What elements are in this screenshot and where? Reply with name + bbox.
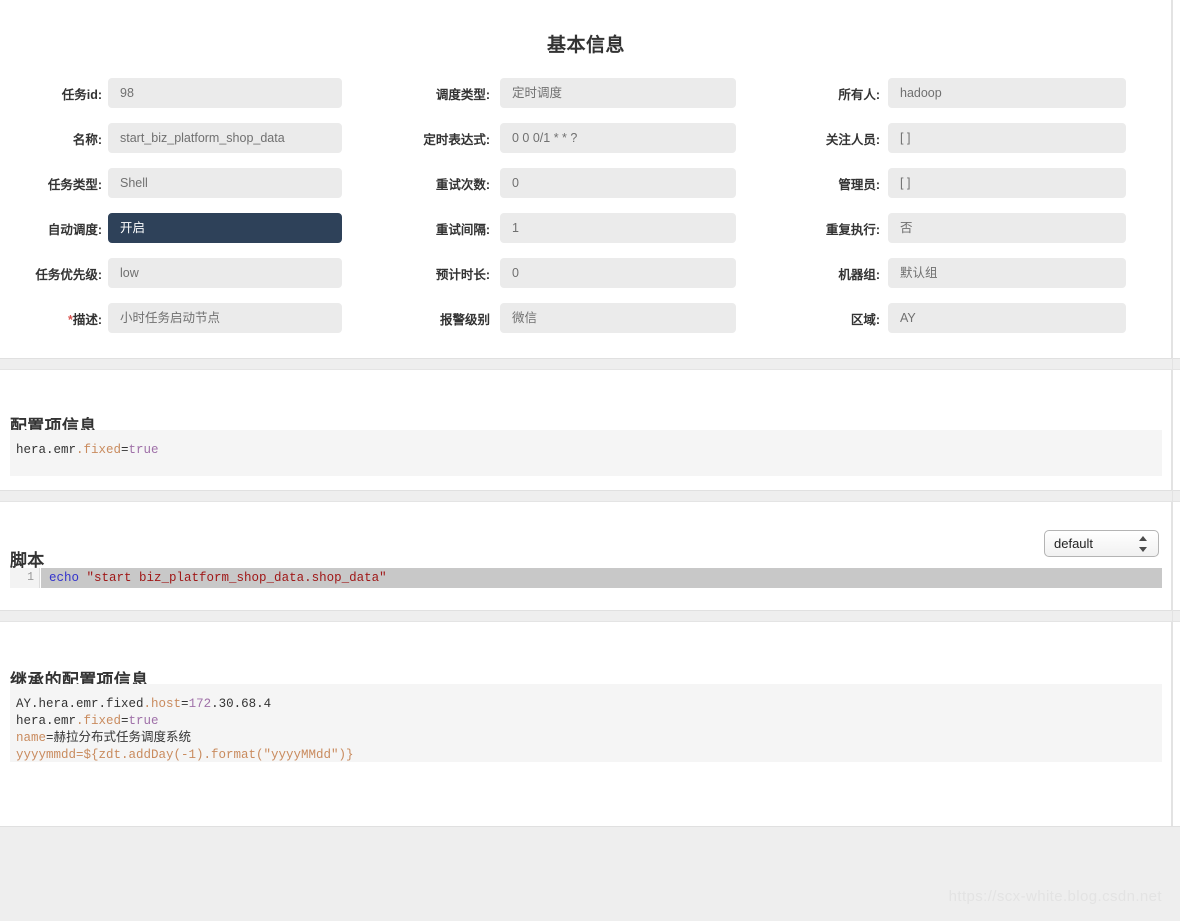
form-column-3: 所有人: hadoop 关注人员: [ ] 管理员: [ ] 重复执行: 否机器组: 默认组区域… (788, 78, 1172, 348)
script-panel: 脚本 default 1 echo "start biz_platform_sh… (0, 502, 1172, 610)
code-token-plain: = (181, 697, 189, 711)
code-token-prop: .fixed (76, 714, 122, 728)
field-value[interactable]: start_biz_platform_shop_data (108, 123, 342, 153)
field-label: 重复执行: (825, 223, 880, 237)
section-divider-1 (0, 358, 1180, 370)
code-token-value: true (128, 714, 159, 728)
code-token-prop: .fixed (76, 443, 122, 457)
field-label: 机器组: (838, 268, 880, 282)
form-row: 区域: AY (788, 303, 1172, 348)
inherited-config-panel: 继承的配置项信息 AY.hera.emr.fixed.host=172.30.6… (0, 622, 1172, 826)
form-row: 任务类型: Shell (0, 168, 394, 213)
code-token-prop: yyyymmdd=${zdt.addDay(-1).format("yyyyMM… (16, 748, 354, 762)
field-value[interactable]: low (108, 258, 342, 288)
code-token-keyword: echo (49, 571, 80, 585)
field-label: 任务id: (61, 88, 102, 102)
config-info-code-block: hera.emr.fixed=true (10, 430, 1162, 476)
footer: https://scx-white.blog.csdn.net (0, 826, 1180, 921)
form-row: 所有人: hadoop (788, 78, 1172, 123)
field-value[interactable]: 否 (888, 213, 1126, 243)
field-value[interactable]: AY (888, 303, 1126, 333)
section-divider-3 (0, 610, 1180, 622)
field-label: 自动调度: (47, 223, 102, 237)
basic-info-panel: 基本信息 任务id: 98 名称: start_biz_platform_shop_d… (0, 0, 1172, 358)
field-value[interactable]: 0 (500, 168, 736, 198)
page-root: 基本信息 任务id: 98 名称: start_biz_platform_shop_d… (0, 0, 1180, 921)
form-row: 任务优先级: low (0, 258, 394, 303)
watermark: https://scx-white.blog.csdn.net (948, 888, 1162, 905)
field-value[interactable]: 开启 (108, 213, 342, 243)
code-token-plain: hera.emr (16, 443, 77, 457)
field-value[interactable]: 1 (500, 213, 736, 243)
field-value[interactable]: [ ] (888, 168, 1126, 198)
field-value[interactable]: 小时任务启动节点 (108, 303, 342, 333)
config-info-panel: 配置项信息 hera.emr.fixed=true (0, 370, 1172, 490)
form-row: 报警级别 微信 (394, 303, 788, 348)
field-label: 所有人: (838, 88, 880, 102)
form-row: 定时表达式: 0 0 0/1 * * ? (394, 123, 788, 168)
field-label: 调度类型: (435, 88, 490, 102)
page-title: 基本信息 (546, 35, 625, 56)
field-value[interactable]: 定时调度 (500, 78, 736, 108)
field-label: 报警级别 (439, 313, 490, 327)
field-value[interactable]: 0 0 0/1 * * ? (500, 123, 736, 153)
form-row: 预计时长: 0 (394, 258, 788, 303)
form-row: 关注人员: [ ] (788, 123, 1172, 168)
form-column-2: 调度类型: 定时调度定时表达式: 0 0 0/1 * * ? 重试次数: 0 重试间隔: 1… (394, 78, 788, 348)
script-line-number: 1 (10, 568, 40, 588)
code-token-plain: = (121, 443, 129, 457)
form-row: 自动调度: 开启 (0, 213, 394, 258)
updown-chevron-icon (1139, 535, 1148, 554)
code-token-string: "start biz_platform_shop_data.shop_data" (86, 571, 387, 585)
section-divider-2 (0, 490, 1180, 502)
field-label: 定时表达式: (423, 133, 490, 147)
code-token-value: true (128, 443, 159, 457)
field-label: 任务优先级: (35, 268, 102, 282)
script-version-select[interactable]: default (1044, 530, 1159, 557)
field-value[interactable]: 微信 (500, 303, 736, 333)
field-label: 重试次数: (435, 178, 490, 192)
form-row: 重试间隔: 1 (394, 213, 788, 258)
required-mark: * (67, 313, 73, 327)
form-row: 任务id: 98 (0, 78, 394, 123)
field-label: 重试间隔: (435, 223, 490, 237)
field-value[interactable]: 默认组 (888, 258, 1126, 288)
script-code-line: echo "start biz_platform_shop_data.shop_… (41, 568, 1162, 588)
field-value[interactable]: Shell (108, 168, 342, 198)
script-code-editor[interactable]: 1 echo "start biz_platform_shop_data.sho… (10, 568, 1162, 588)
field-label: 名称: (72, 133, 102, 147)
form-row: 管理员: [ ] (788, 168, 1172, 213)
field-value[interactable]: 0 (500, 258, 736, 288)
script-version-select-wrap: default (1044, 530, 1159, 557)
code-token-prop: name (16, 731, 47, 745)
form-row: *描述: 小时任务启动节点 (0, 303, 394, 348)
script-version-select-value: default (1054, 536, 1094, 551)
field-label: *描述: (67, 313, 102, 327)
code-token-prop: .host (143, 697, 182, 711)
form-row: 重试次数: 0 (394, 168, 788, 213)
field-value[interactable]: hadoop (888, 78, 1126, 108)
code-token-plain: hera.emr (16, 714, 77, 728)
field-label: 任务类型: (47, 178, 102, 192)
form-row: 机器组: 默认组 (788, 258, 1172, 303)
code-token-value: 172 (188, 697, 212, 711)
code-token-plain: =赫拉分布式任务调度系统 (46, 731, 192, 745)
form-row: 调度类型: 定时调度 (394, 78, 788, 123)
field-value[interactable]: [ ] (888, 123, 1126, 153)
code-token-plain: .30.68.4 (211, 697, 272, 711)
field-label: 预计时长: (435, 268, 490, 282)
form-row: 重复执行: 否 (788, 213, 1172, 258)
content-right-edge (1172, 0, 1173, 826)
field-value[interactable]: 98 (108, 78, 342, 108)
form-row: 名称: start_biz_platform_shop_data (0, 123, 394, 168)
inherited-config-code-block: AY.hera.emr.fixed.host=172.30.68.4 hera.… (10, 684, 1162, 762)
form-column-1: 任务id: 98 名称: start_biz_platform_shop_data 任务… (0, 78, 394, 348)
field-label: 关注人员: (825, 133, 880, 147)
field-label: 区域: (850, 313, 880, 327)
code-token-plain: = (121, 714, 129, 728)
code-token-plain: AY.hera.emr.fixed (16, 697, 144, 711)
field-label: 管理员: (838, 178, 880, 192)
